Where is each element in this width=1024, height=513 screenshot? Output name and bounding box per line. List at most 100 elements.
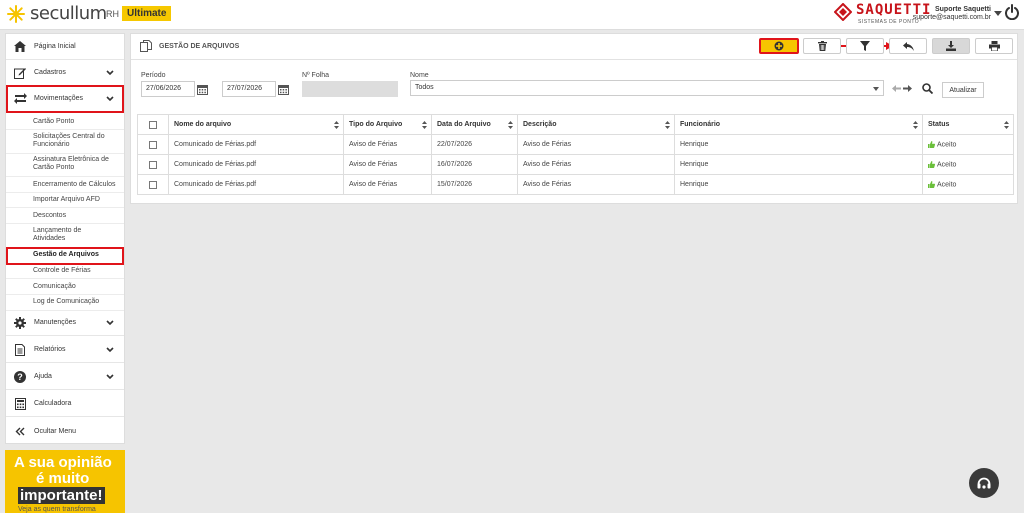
download-button[interactable] bbox=[932, 38, 970, 54]
status-text: Aceito bbox=[937, 141, 957, 149]
submenu-divider bbox=[6, 176, 124, 177]
row-checkbox[interactable] bbox=[149, 180, 157, 189]
banner-line-2: é muito bbox=[36, 470, 90, 487]
row-checkbox[interactable] bbox=[149, 140, 157, 149]
submenu-lancamento[interactable]: Lançamento de Atividades bbox=[33, 227, 113, 243]
submenu-divider bbox=[6, 129, 124, 130]
secullum-logo-icon bbox=[7, 5, 25, 23]
column-header[interactable]: Status bbox=[922, 114, 1014, 135]
saquetti-logo-icon bbox=[834, 3, 852, 21]
column-header[interactable]: Descrição bbox=[517, 114, 675, 135]
banner-line-3: importante! bbox=[18, 487, 105, 504]
cell-status: Aceito bbox=[922, 134, 1014, 155]
row-select-cell[interactable] bbox=[137, 154, 169, 175]
power-icon[interactable] bbox=[1005, 4, 1019, 20]
calendar-icon[interactable] bbox=[197, 84, 208, 95]
table-row[interactable]: Comunicado de Férias.pdf Aviso de Férias… bbox=[137, 154, 1014, 175]
date-from-input[interactable]: 27/06/2026 bbox=[141, 81, 195, 97]
file-management-panel: GESTÃO DE ARQUIVOS Período 27/06/2026 27… bbox=[130, 33, 1018, 204]
sort-icon[interactable] bbox=[334, 121, 339, 129]
edit-icon bbox=[13, 66, 27, 80]
table-row[interactable]: Comunicado de Férias.pdf Aviso de Férias… bbox=[137, 134, 1014, 155]
submenu-descontos[interactable]: Descontos bbox=[33, 212, 66, 220]
submenu-divider bbox=[6, 294, 124, 295]
sidebar-item-calculadora[interactable]: Calculadora bbox=[6, 391, 124, 417]
download-icon bbox=[946, 41, 956, 51]
table-row[interactable]: Comunicado de Férias.pdf Aviso de Férias… bbox=[137, 174, 1014, 195]
user-menu-caret-icon[interactable] bbox=[994, 11, 1002, 16]
column-header[interactable]: Tipo do Arquivo bbox=[343, 114, 432, 135]
double-chevron-left-icon bbox=[13, 424, 27, 438]
back-button[interactable] bbox=[889, 38, 927, 54]
column-header-label: Funcionário bbox=[680, 121, 721, 128]
user-email[interactable]: suporte@saquetti.com.br bbox=[913, 14, 991, 21]
user-name[interactable]: Suporte Saquetti bbox=[935, 6, 991, 13]
sidebar-item-label: Cadastros bbox=[34, 69, 66, 76]
column-header[interactable]: Funcionário bbox=[674, 114, 923, 135]
headset-icon bbox=[977, 477, 991, 489]
chevron-down-icon bbox=[106, 346, 114, 352]
sidebar-item-label: Manutenções bbox=[34, 319, 77, 326]
select-all-checkbox[interactable] bbox=[149, 120, 157, 129]
submenu-comunicacao[interactable]: Comunicação bbox=[33, 283, 76, 291]
submenu-divider bbox=[6, 153, 124, 154]
row-checkbox[interactable] bbox=[149, 160, 157, 169]
name-select-value: Todos bbox=[415, 84, 434, 91]
top-bar: secullum RH Ultimate SAQUETTI SISTEMAS D… bbox=[0, 0, 1024, 30]
sort-icon[interactable] bbox=[665, 121, 670, 129]
submenu-controle-ferias[interactable]: Controle de Férias bbox=[33, 267, 91, 275]
calendar-icon[interactable] bbox=[278, 84, 289, 95]
submenu-solicitacoes[interactable]: Solicitações Central do Funcionário bbox=[33, 133, 119, 149]
swap-arrows-icon[interactable] bbox=[892, 84, 912, 93]
report-icon bbox=[13, 343, 27, 357]
column-header[interactable]: Nome do arquivo bbox=[168, 114, 344, 135]
sidebar-item-label: Página Inicial bbox=[34, 43, 76, 50]
date-to-input[interactable]: 27/07/2026 bbox=[222, 81, 276, 97]
sort-icon[interactable] bbox=[913, 121, 918, 129]
sidebar-item-relatorios[interactable]: Relatórios bbox=[6, 337, 124, 363]
filter-button[interactable] bbox=[846, 38, 884, 54]
sidebar-item-cadastros[interactable]: Cadastros bbox=[6, 60, 124, 86]
cell-file-date: 15/07/2026 bbox=[431, 174, 518, 195]
chevron-down-icon bbox=[873, 87, 879, 91]
chevron-down-icon bbox=[106, 373, 114, 379]
submenu-cartao-ponto[interactable]: Cartão Ponto bbox=[33, 118, 74, 126]
folha-label: Nº Folha bbox=[302, 72, 330, 79]
column-header-label: Status bbox=[928, 121, 950, 128]
sort-icon[interactable] bbox=[1004, 121, 1009, 129]
svg-text:?: ? bbox=[17, 372, 23, 382]
submenu-assinatura[interactable]: Assinatura Eletrônica de Cartão Ponto bbox=[33, 156, 119, 172]
search-icon[interactable] bbox=[922, 83, 933, 94]
sidebar-item-ajuda[interactable]: ? Ajuda bbox=[6, 364, 124, 390]
cell-employee: Henrique bbox=[674, 134, 923, 155]
sort-icon[interactable] bbox=[422, 121, 427, 129]
chevron-down-icon bbox=[106, 69, 114, 75]
logo-badge: Ultimate bbox=[122, 6, 172, 21]
sidebar-item-ocultar-menu[interactable]: Ocultar Menu bbox=[6, 418, 124, 444]
select-all-cell[interactable] bbox=[137, 114, 169, 135]
delete-button[interactable] bbox=[803, 38, 841, 54]
name-select[interactable]: Todos bbox=[410, 80, 884, 96]
submenu-log-comunicacao[interactable]: Log de Comunicação bbox=[33, 298, 99, 306]
sidebar-item-manutencoes[interactable]: Manutenções bbox=[6, 310, 124, 336]
add-file-button[interactable] bbox=[759, 38, 799, 54]
sidebar-item-pagina-inicial[interactable]: Página Inicial bbox=[6, 34, 124, 60]
column-header[interactable]: Data do Arquivo bbox=[431, 114, 518, 135]
row-select-cell[interactable] bbox=[137, 134, 169, 155]
sort-icon[interactable] bbox=[508, 121, 513, 129]
feedback-banner[interactable]: A sua opinião é muito importante! Veja a… bbox=[5, 450, 125, 513]
cell-file-date: 22/07/2026 bbox=[431, 134, 518, 155]
cell-file-name: Comunicado de Férias.pdf bbox=[168, 154, 344, 175]
banner-line-1: A sua opinião bbox=[14, 454, 112, 471]
submenu-importar-afd[interactable]: Importar Arquivo AFD bbox=[33, 196, 100, 204]
cell-status: Aceito bbox=[922, 154, 1014, 175]
folha-input bbox=[302, 81, 398, 97]
print-button[interactable] bbox=[975, 38, 1013, 54]
status-text: Aceito bbox=[937, 161, 957, 169]
submenu-encerramento[interactable]: Encerramento de Cálculos bbox=[33, 181, 116, 189]
cell-employee: Henrique bbox=[674, 154, 923, 175]
table-header-row: Nome do arquivo Tipo do Arquivo Data do … bbox=[137, 114, 1014, 135]
help-chat-button[interactable] bbox=[969, 468, 999, 498]
row-select-cell[interactable] bbox=[137, 174, 169, 195]
update-button[interactable]: Atualizar bbox=[942, 82, 984, 98]
